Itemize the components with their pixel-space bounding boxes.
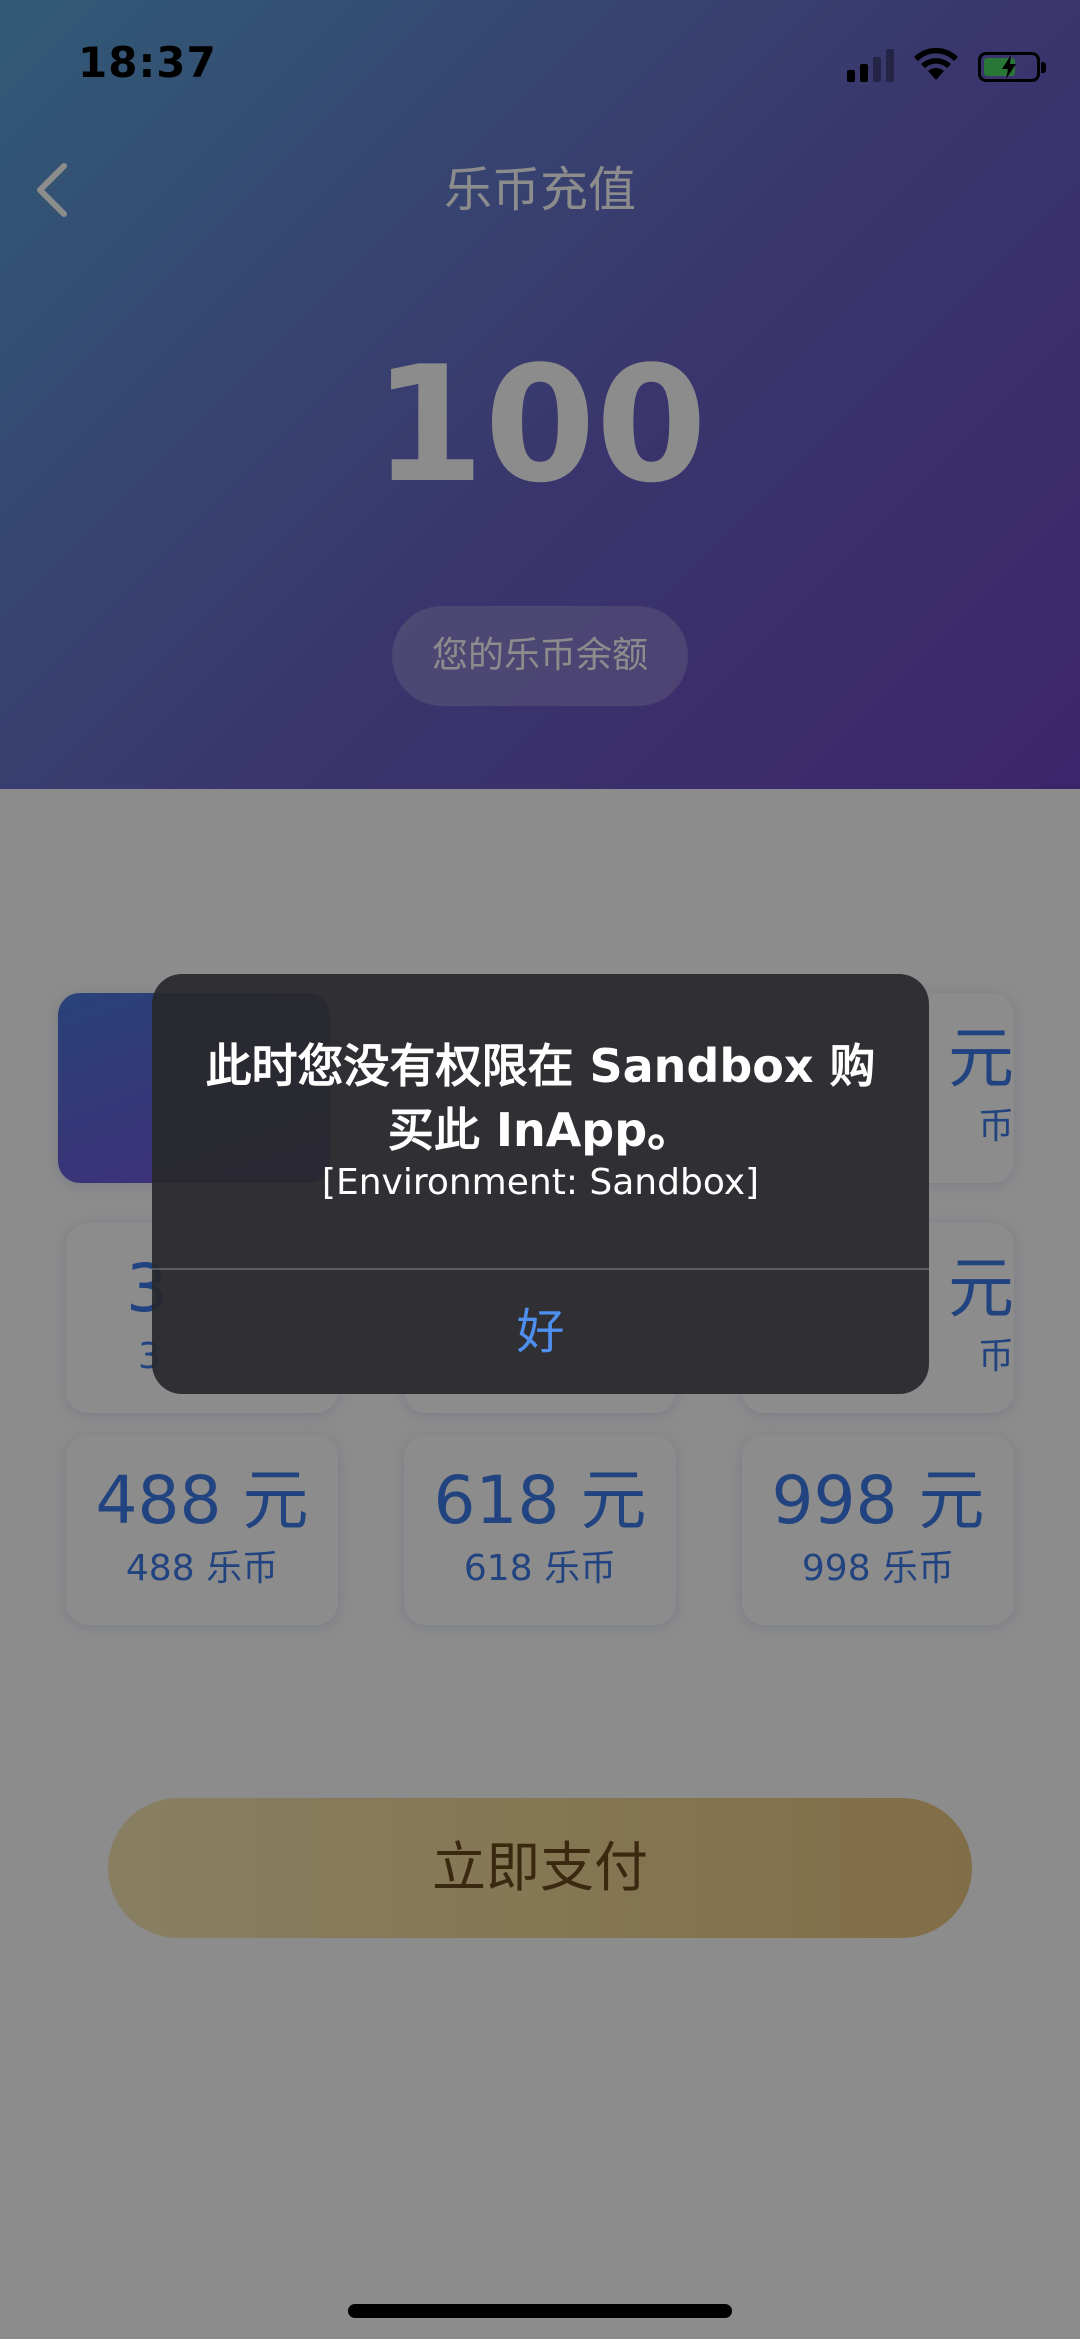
alert-ok-button[interactable]: 好 <box>152 1270 929 1394</box>
alert-title: 此时您没有权限在 Sandbox 购买此 InApp。 <box>205 1039 876 1157</box>
home-indicator <box>348 2304 732 2318</box>
recharge-screen: 18:37 乐币充值 100 您的乐币余额 元 币 3 3 元 币 488 元 … <box>0 0 1080 2339</box>
alert-dialog: 此时您没有权限在 Sandbox 购买此 InApp。 [Environment… <box>152 974 929 1394</box>
alert-message: [Environment: Sandbox] <box>321 1162 760 1203</box>
